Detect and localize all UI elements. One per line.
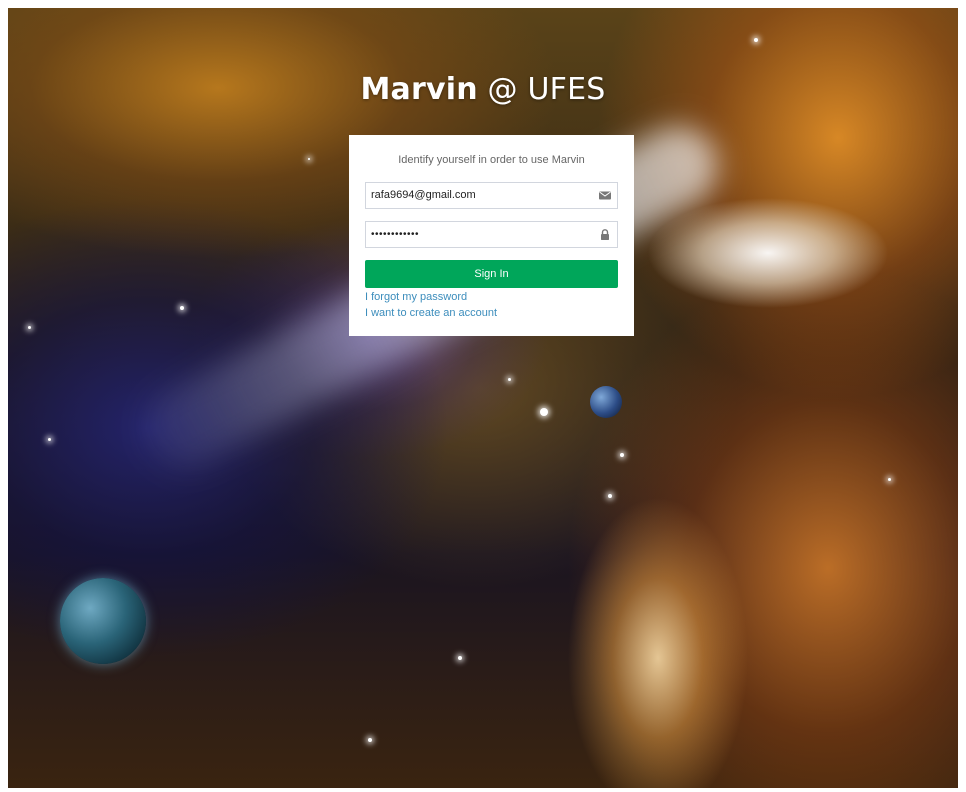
password-value: •••••••••••• — [371, 229, 420, 240]
login-subtitle: Identify yourself in order to use Marvin — [398, 154, 585, 166]
star-decoration — [620, 453, 624, 457]
star-decoration — [540, 408, 548, 416]
star-decoration — [308, 158, 310, 160]
star-decoration — [48, 438, 51, 441]
star-decoration — [508, 378, 511, 381]
star-decoration — [888, 478, 891, 481]
login-box: Identify yourself in order to use Marvin… — [349, 135, 634, 336]
star-decoration — [180, 306, 184, 310]
sign-in-button[interactable]: Sign In — [365, 260, 618, 288]
space-background — [8, 8, 958, 788]
brand-suffix: @ UFES — [477, 72, 606, 107]
star-decoration — [28, 326, 31, 329]
lock-icon — [601, 229, 609, 240]
star-decoration — [754, 38, 758, 42]
forgot-password-link[interactable]: I forgot my password — [365, 289, 618, 305]
small-planet-decoration — [590, 386, 622, 418]
email-value: rafa9694@gmail.com — [371, 189, 476, 201]
create-account-link[interactable]: I want to create an account — [365, 305, 618, 321]
envelope-icon — [599, 191, 611, 200]
star-decoration — [608, 494, 612, 498]
brand-name: Marvin — [360, 72, 478, 107]
planet-decoration — [60, 578, 146, 664]
page-title: Marvin @ UFES — [0, 72, 966, 107]
email-field[interactable]: rafa9694@gmail.com — [365, 182, 618, 209]
star-decoration — [368, 738, 372, 742]
star-decoration — [458, 656, 462, 660]
password-field[interactable]: •••••••••••• — [365, 221, 618, 248]
